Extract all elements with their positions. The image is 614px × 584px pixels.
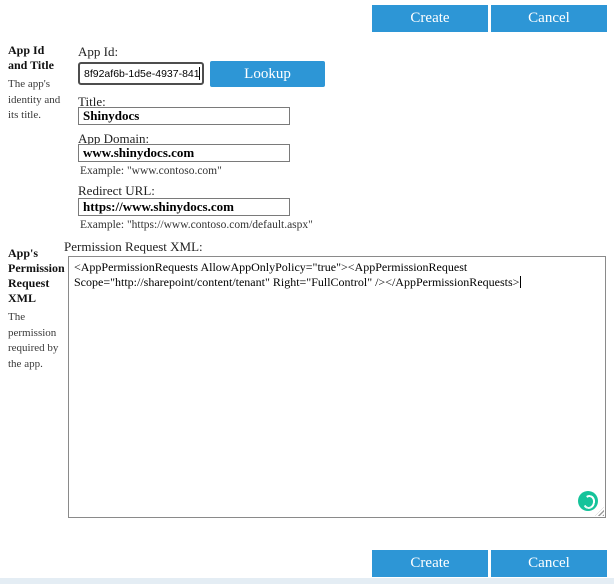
app-domain-input[interactable] bbox=[78, 144, 290, 162]
permission-xml-label: Permission Request XML: bbox=[64, 239, 203, 255]
app-domain-example: Example: "www.contoso.com" bbox=[80, 165, 222, 177]
lookup-button[interactable]: Lookup bbox=[210, 61, 325, 87]
sidebar-desc-line: The app's bbox=[8, 77, 72, 93]
sidebar-desc-line: its title. bbox=[8, 108, 72, 124]
sidebar-desc-line: permission bbox=[8, 326, 72, 342]
title-input[interactable] bbox=[78, 107, 290, 125]
sidebar-section-description: The app's identity and its title. bbox=[8, 77, 72, 124]
sidebar-section-description: The permission required by the app. bbox=[8, 310, 72, 372]
sidebar-desc-line: the app. bbox=[8, 357, 72, 373]
app-id-input[interactable]: 8f92af6b-1d5e-4937-841 bbox=[78, 62, 204, 85]
sidebar-title-line: App Id bbox=[8, 43, 72, 58]
sidebar-section-permission-xml: App's Permission Request XML The permiss… bbox=[8, 246, 72, 372]
sidebar-section-app-id-title: App Id and Title The app's identity and … bbox=[8, 43, 72, 124]
redirect-url-label: Redirect URL: bbox=[78, 183, 155, 199]
redirect-url-example: Example: "https://www.contoso.com/defaul… bbox=[80, 219, 313, 231]
sidebar-desc-line: The bbox=[8, 310, 72, 326]
redirect-url-input[interactable] bbox=[78, 198, 290, 216]
cancel-button-top[interactable]: Cancel bbox=[491, 5, 607, 32]
sidebar-section-title: App Id and Title bbox=[8, 43, 72, 73]
create-button-bottom[interactable]: Create bbox=[372, 550, 488, 577]
sidebar-title-line: XML bbox=[8, 291, 72, 306]
text-caret bbox=[520, 276, 521, 288]
resize-handle-icon[interactable] bbox=[595, 507, 604, 516]
app-id-value: 8f92af6b-1d5e-4937-841 bbox=[80, 68, 200, 80]
sidebar-title-line: Permission bbox=[8, 261, 72, 276]
text-caret bbox=[199, 67, 200, 80]
sidebar-desc-line: required by bbox=[8, 341, 72, 357]
app-id-label: App Id: bbox=[78, 44, 118, 60]
sidebar-desc-line: identity and bbox=[8, 93, 72, 109]
grammarly-icon[interactable] bbox=[578, 491, 598, 511]
page-bottom-strip bbox=[0, 578, 614, 584]
sidebar-title-line: Request bbox=[8, 276, 72, 291]
sidebar-section-title: App's Permission Request XML bbox=[8, 246, 72, 306]
sidebar-title-line: and Title bbox=[8, 58, 72, 73]
sidebar-title-line: App's bbox=[8, 246, 72, 261]
permission-xml-value: <AppPermissionRequests AllowAppOnlyPolic… bbox=[74, 260, 519, 289]
create-button-top[interactable]: Create bbox=[372, 5, 488, 32]
cancel-button-bottom[interactable]: Cancel bbox=[491, 550, 607, 577]
permission-xml-textarea[interactable]: <AppPermissionRequests AllowAppOnlyPolic… bbox=[68, 256, 606, 518]
